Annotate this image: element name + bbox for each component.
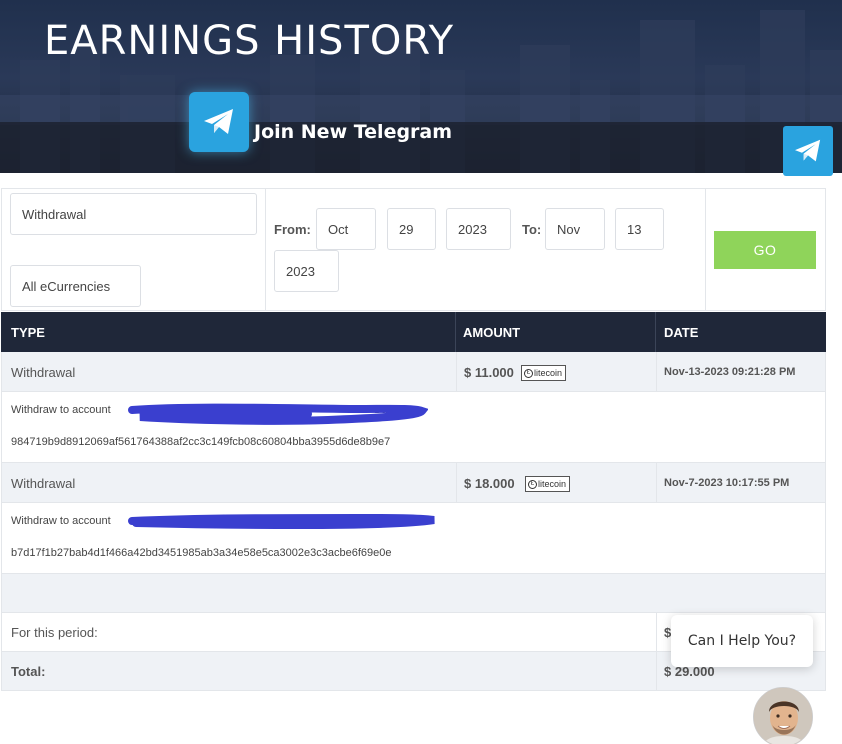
column-divider bbox=[656, 463, 657, 502]
go-button[interactable]: GO bbox=[714, 231, 816, 269]
row-amount: $ 18.000 bbox=[464, 476, 515, 491]
redaction-scribble bbox=[128, 514, 435, 530]
support-avatar-image bbox=[754, 688, 812, 744]
column-header-date: DATE bbox=[664, 324, 699, 340]
column-divider bbox=[656, 613, 657, 651]
batch-hash: b7d17f1b27bab4d1f466a42bd3451985ab3a34e5… bbox=[11, 547, 392, 559]
row-date: Nov-13-2023 09:21:28 PM bbox=[664, 366, 796, 378]
hero-banner: EARNINGS HISTORY Join New Telegram bbox=[0, 0, 842, 173]
table-header: TYPE AMOUNT DATE bbox=[1, 312, 826, 352]
period-label: For this period: bbox=[11, 625, 98, 640]
row-date: Nov-7-2023 10:17:55 PM bbox=[664, 477, 790, 489]
column-header-amount: AMOUNT bbox=[463, 324, 521, 340]
telegram-join-button[interactable] bbox=[189, 92, 249, 152]
table-row: Withdrawal $ 11.000 Łlitecoin Nov-13-202… bbox=[1, 352, 826, 392]
litecoin-symbol: Ł bbox=[528, 479, 537, 489]
table-row: Withdrawal $ 18.000 Łlitecoin Nov-7-2023… bbox=[1, 463, 826, 503]
column-divider bbox=[456, 463, 457, 502]
row-type: Withdrawal bbox=[11, 476, 76, 491]
coin-name: litecoin bbox=[538, 479, 567, 489]
to-year-select[interactable]: 2023 bbox=[274, 250, 339, 292]
from-label: From: bbox=[274, 222, 311, 237]
from-month-select[interactable]: Oct bbox=[316, 208, 376, 250]
to-label: To: bbox=[522, 222, 542, 237]
header-divider bbox=[455, 312, 456, 352]
column-divider bbox=[656, 652, 657, 690]
type-select[interactable]: Withdrawal bbox=[10, 193, 257, 235]
litecoin-symbol: Ł bbox=[524, 368, 533, 378]
telegram-float-button[interactable] bbox=[783, 126, 833, 176]
to-month-select[interactable]: Nov bbox=[545, 208, 605, 250]
support-avatar[interactable] bbox=[753, 687, 813, 744]
batch-hash: 984719b9d8912069af561764388af2cc3c149fcb… bbox=[11, 436, 391, 448]
row-amount: $ 11.000 bbox=[464, 365, 514, 380]
table-spacer-row bbox=[1, 574, 826, 613]
coin-name: litecoin bbox=[534, 368, 563, 378]
column-header-type: TYPE bbox=[11, 324, 45, 340]
telegram-icon bbox=[204, 109, 233, 134]
withdraw-account-label: Withdraw to account bbox=[11, 404, 111, 416]
chat-prompt-bubble[interactable]: Can I Help You? bbox=[671, 615, 813, 667]
litecoin-icon: Łlitecoin bbox=[525, 476, 571, 492]
to-day-select[interactable]: 13 bbox=[615, 208, 664, 250]
currency-select[interactable]: All eCurrencies bbox=[10, 265, 141, 307]
total-label: Total: bbox=[11, 664, 46, 679]
filter-divider bbox=[705, 188, 706, 311]
row-type: Withdrawal bbox=[11, 365, 76, 380]
page-title: EARNINGS HISTORY bbox=[44, 18, 455, 64]
from-day-select[interactable]: 29 bbox=[387, 208, 436, 250]
from-year-select[interactable]: 2023 bbox=[446, 208, 511, 250]
column-divider bbox=[456, 352, 457, 391]
filter-divider bbox=[265, 188, 266, 311]
litecoin-icon: Łlitecoin bbox=[521, 365, 567, 381]
redaction-scribble bbox=[128, 403, 428, 425]
telegram-join-label[interactable]: Join New Telegram bbox=[254, 121, 452, 143]
header-divider bbox=[655, 312, 656, 352]
telegram-icon bbox=[795, 139, 821, 162]
withdraw-account-label: Withdraw to account bbox=[11, 515, 111, 527]
column-divider bbox=[656, 352, 657, 391]
